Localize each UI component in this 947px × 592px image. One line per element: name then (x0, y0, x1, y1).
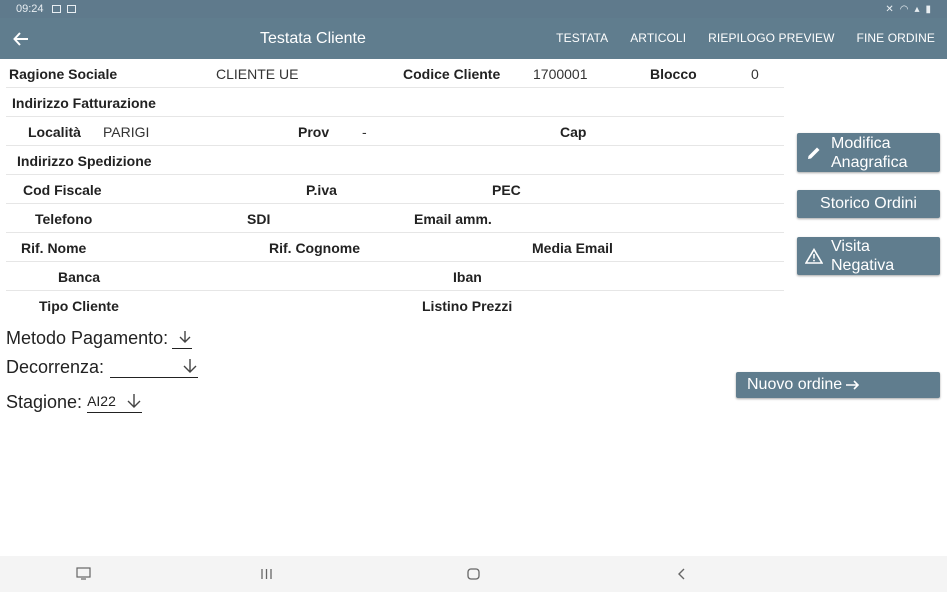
screen-recorder-icon[interactable] (76, 567, 91, 580)
storico-ordini-button[interactable]: Storico Ordini (797, 190, 940, 218)
stagione-label: Stagione: (6, 392, 83, 412)
row-indirizzo-spedizione: Indirizzo Spedizione (6, 146, 784, 175)
row-rif-nome: Rif. Nome Rif. Cognome Media Email (6, 233, 784, 262)
prov-label: Prov (298, 124, 330, 140)
modifica-anagrafica-line2: Anagrafica (831, 153, 908, 171)
sdi-label: SDI (247, 211, 271, 227)
app-bar: Testata Cliente TESTATA ARTICOLI RIEPILO… (0, 18, 947, 59)
banca-label: Banca (58, 269, 101, 285)
email-amm-label: Email amm. (414, 211, 492, 227)
nuovo-ordine-label: Nuovo ordine (747, 376, 843, 393)
wifi-icon: ◠ (899, 3, 909, 15)
arrow-down-icon (183, 358, 197, 373)
signal-icon: ▴ (914, 3, 920, 15)
listino-prezzi-label: Listino Prezzi (422, 298, 513, 314)
stagione-field: Stagione: AI22 (6, 389, 143, 413)
ragione-sociale-value: CLIENTE UE (216, 66, 299, 82)
pencil-icon (797, 145, 831, 161)
status-bar: 09:24 ✕ ◠ ▴ ▮ (0, 0, 947, 18)
visita-negativa-line1: Visita (831, 238, 870, 255)
modifica-anagrafica-label: Modifica Anagrafica (831, 134, 908, 172)
back-button[interactable] (0, 18, 42, 59)
decorrenza-label: Decorrenza: (6, 357, 105, 377)
indirizzo-spedizione-label: Indirizzo Spedizione (17, 153, 152, 169)
arrow-down-icon (179, 330, 191, 343)
tab-fine-ordine[interactable]: FINE ORDINE (846, 18, 947, 59)
customer-header-grid: Ragione Sociale CLIENTE UE Codice Client… (6, 59, 784, 320)
rif-nome-label: Rif. Nome (21, 240, 87, 256)
tab-articoli[interactable]: ARTICOLI (619, 18, 697, 59)
codice-cliente-label: Codice Cliente (403, 66, 501, 82)
indirizzo-fatturazione-label: Indirizzo Fatturazione (12, 95, 156, 111)
row-tipo-cliente: Tipo Cliente Listino Prezzi (6, 291, 784, 320)
rif-cognome-label: Rif. Cognome (269, 240, 360, 256)
visita-negativa-line2: Negativa (831, 257, 895, 274)
localita-label: Località (28, 124, 81, 140)
gallery-notification-icon (51, 5, 61, 13)
ragione-sociale-label: Ragione Sociale (9, 66, 118, 82)
iban-label: Iban (453, 269, 482, 285)
tab-riepilogo-preview[interactable]: RIEPILOGO PREVIEW (697, 18, 845, 59)
status-notification-icons (51, 5, 76, 13)
toolbar-actions: TESTATA ARTICOLI RIEPILOGO PREVIEW FINE … (545, 18, 947, 59)
visita-negativa-label: Visita Negativa (831, 237, 894, 275)
recent-apps-icon[interactable] (260, 568, 273, 580)
storico-ordini-label: Storico Ordini (820, 195, 917, 212)
telefono-label: Telefono (35, 211, 93, 227)
status-time: 09:24 (16, 3, 44, 15)
cod-fiscale-label: Cod Fiscale (23, 182, 102, 198)
home-icon[interactable] (467, 568, 480, 580)
arrow-right-icon (846, 380, 860, 390)
row-banca: Banca Iban (6, 262, 784, 291)
codice-cliente-value: 1700001 (533, 66, 588, 82)
metodo-pagamento-field: Metodo Pagamento: (6, 325, 193, 349)
visita-negativa-button[interactable]: Visita Negativa (797, 237, 940, 275)
decorrenza-select[interactable] (110, 354, 199, 378)
status-system-icons: ✕ ◠ ▴ ▮ (885, 4, 931, 15)
metodo-pagamento-label: Metodo Pagamento: (6, 328, 169, 348)
row-cod-fiscale: Cod Fiscale P.iva PEC (6, 175, 784, 204)
mute-icon: ✕ (885, 3, 894, 15)
nuovo-ordine-button[interactable]: Nuovo ordine (736, 372, 940, 398)
arrow-down-icon (127, 393, 141, 408)
row-localita: Località PARIGI Prov - Cap (6, 117, 784, 146)
arrow-left-icon (13, 31, 28, 46)
row-indirizzo-fatturazione: Indirizzo Fatturazione (6, 88, 784, 117)
row-ragione-sociale: Ragione Sociale CLIENTE UE Codice Client… (6, 59, 784, 88)
row-telefono: Telefono SDI Email amm. (6, 204, 784, 233)
blocco-value: 0 (751, 66, 759, 82)
tab-testata[interactable]: TESTATA (545, 18, 619, 59)
metodo-pagamento-select[interactable] (172, 325, 193, 349)
decorrenza-field: Decorrenza: (6, 354, 199, 378)
tipo-cliente-label: Tipo Cliente (39, 298, 119, 314)
pec-label: PEC (492, 182, 521, 198)
piva-label: P.iva (306, 182, 337, 198)
prov-value: - (362, 124, 367, 140)
system-nav-bar (0, 556, 947, 592)
stagione-select[interactable]: AI22 (87, 389, 143, 413)
blocco-label: Blocco (650, 66, 697, 82)
back-nav-icon[interactable] (677, 568, 686, 580)
stagione-value: AI22 (87, 392, 116, 409)
modifica-anagrafica-line1: Modifica (831, 134, 891, 152)
localita-value: PARIGI (103, 124, 150, 140)
battery-icon: ▮ (925, 3, 931, 15)
cap-label: Cap (560, 124, 587, 140)
warning-triangle-icon (797, 248, 831, 264)
modifica-anagrafica-button[interactable]: Modifica Anagrafica (797, 133, 940, 172)
page-title: Testata Cliente (260, 30, 366, 47)
app-notification-icon (66, 5, 76, 13)
media-email-label: Media Email (532, 240, 613, 256)
